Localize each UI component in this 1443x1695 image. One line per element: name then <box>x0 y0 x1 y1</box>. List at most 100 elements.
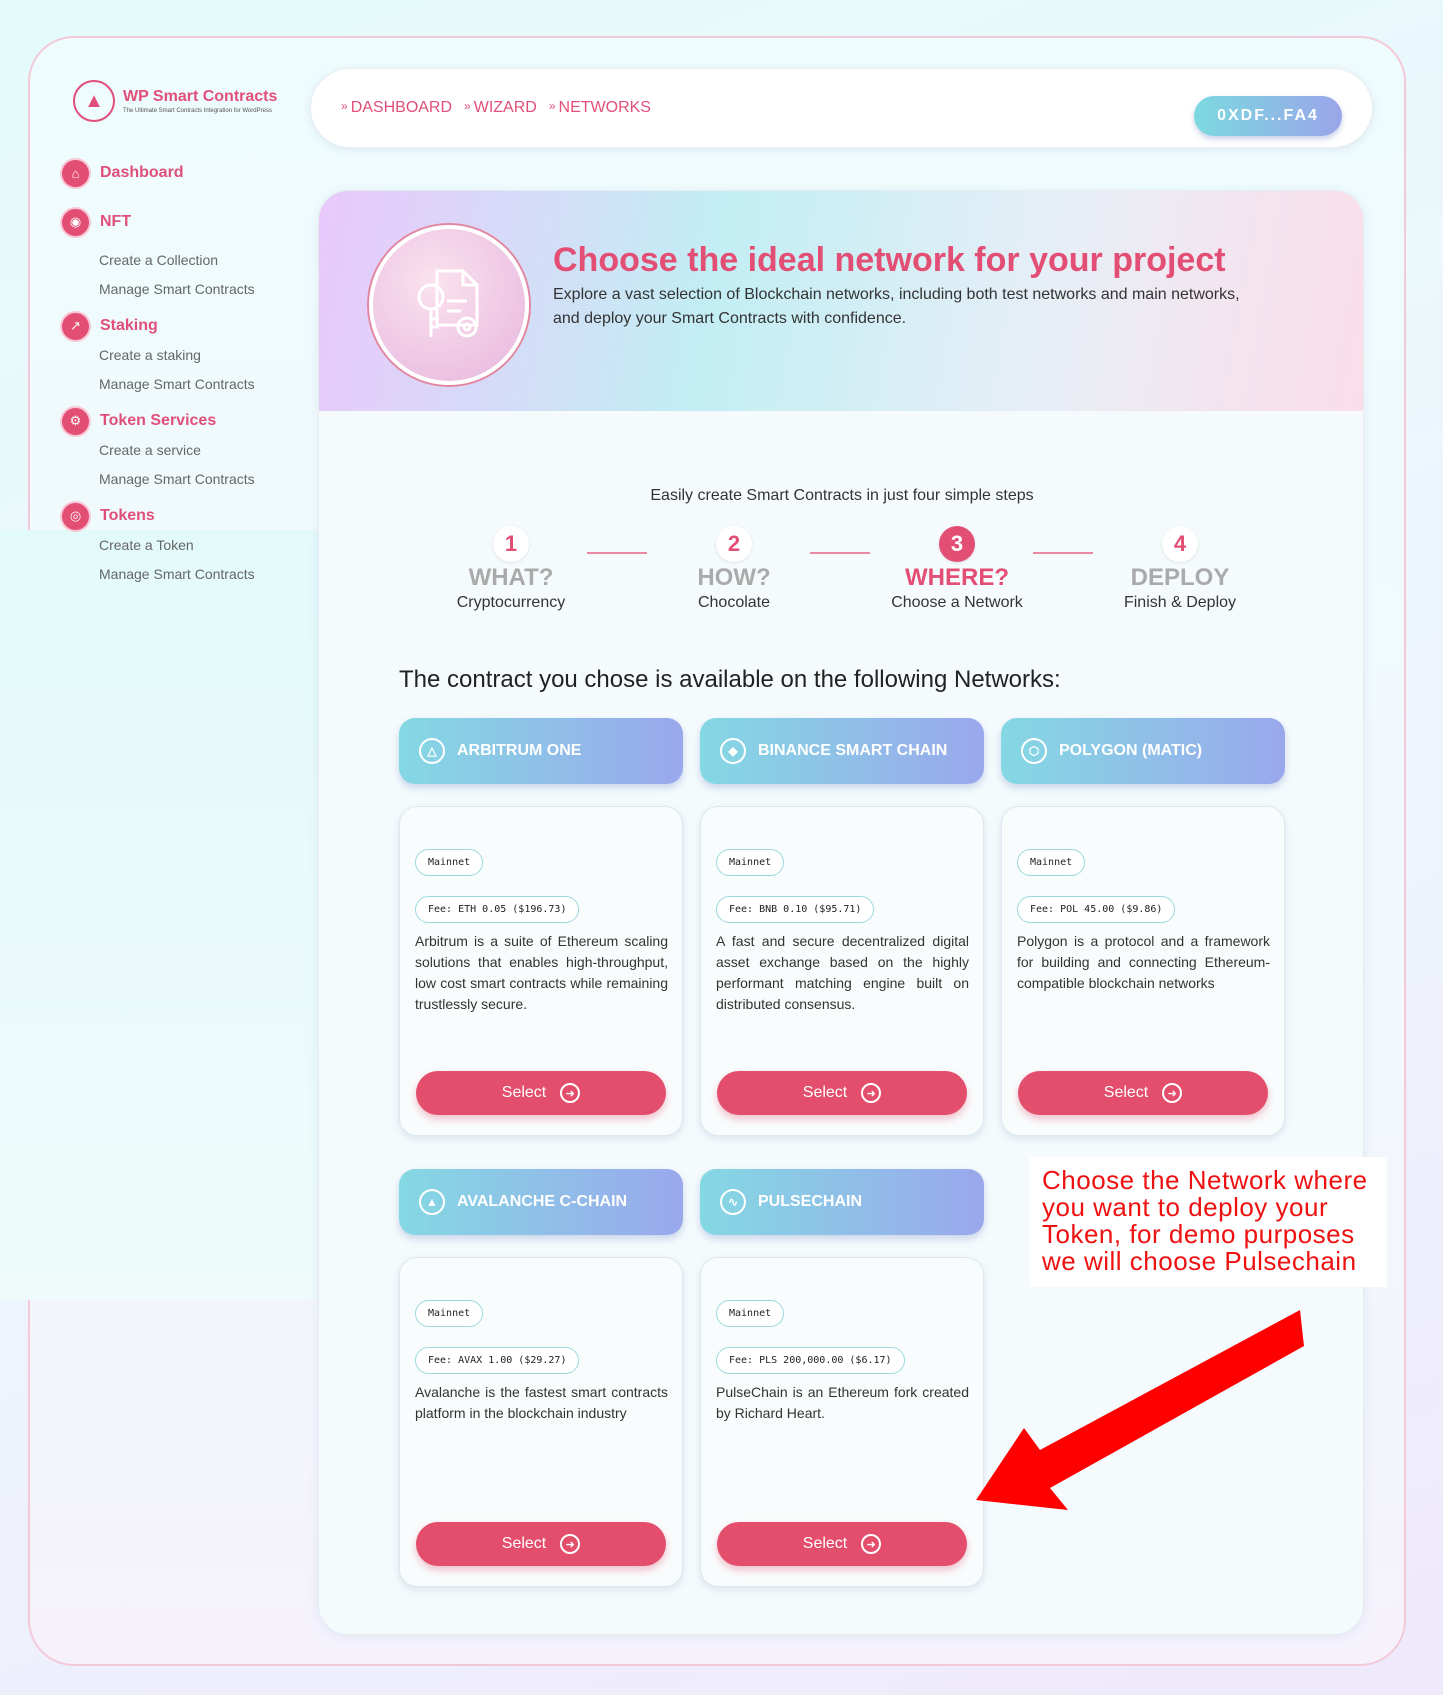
network-fee-badge: Fee: AVAX 1.00 ($29.27) <box>415 1347 580 1374</box>
breadcrumb: » DASHBOARD » WIZARD » NETWORKS <box>341 99 663 117</box>
network-name: PULSECHAIN <box>758 1193 863 1210</box>
network-name: AVALANCHE C-CHAIN <box>457 1193 628 1210</box>
arrow-right-icon: ➜ <box>1162 1083 1183 1103</box>
steps-intro: Easily create Smart Contracts in just fo… <box>650 487 1034 504</box>
logo[interactable]: ▲ WP Smart Contracts The Ultimate Smart … <box>73 80 277 122</box>
step-subtitle: Choose a Network <box>891 594 1023 611</box>
sidebar-item-label: Dashboard <box>100 164 184 181</box>
network-type-badge: Mainnet <box>716 1300 785 1327</box>
logo-mark-icon: ▲ <box>73 80 115 122</box>
sidebar-item-label: Tokens <box>100 507 155 524</box>
select-arbitrum-button[interactable]: Select ➜ <box>416 1071 666 1115</box>
contract-document-icon <box>369 225 529 385</box>
select-binance-button[interactable]: Select ➜ <box>717 1071 967 1115</box>
step-title: HOW? <box>697 564 771 591</box>
step-title: WHERE? <box>905 564 1009 591</box>
available-networks-heading: The contract you chose is available on t… <box>399 666 1061 693</box>
arrow-right-icon: ➜ <box>861 1534 882 1554</box>
nft-icon: ◉ <box>62 208 89 236</box>
chevron-right-icon: » <box>341 99 348 113</box>
network-type-badge: Mainnet <box>1017 849 1086 876</box>
select-pulsechain-button[interactable]: Select ➜ <box>717 1522 967 1566</box>
sidebar-nav: ⌂ Dashboard ◉ NFT Create a Collection Ma… <box>62 158 302 589</box>
network-description: Polygon is a protocol and a framework fo… <box>1017 933 1270 991</box>
polygon-icon: ⬡ <box>1021 738 1047 764</box>
sidebar-item-label: Token Services <box>100 412 217 429</box>
select-avalanche-button[interactable]: Select ➜ <box>416 1522 666 1566</box>
sidebar-subitem-create-token[interactable]: Create a Token <box>62 531 302 560</box>
sidebar-subitem-manage-services[interactable]: Manage Smart Contracts <box>62 465 302 494</box>
select-polygon-button[interactable]: Select ➜ <box>1018 1071 1268 1115</box>
page-title: Choose the ideal network for your projec… <box>553 241 1226 279</box>
hero-banner: Choose the ideal network for your projec… <box>319 191 1363 411</box>
sidebar-subitem-create-service[interactable]: Create a service <box>62 436 302 465</box>
sidebar-item-staking[interactable]: ↗ Staking <box>62 311 302 341</box>
sidebar-item-label: NFT <box>100 213 132 230</box>
network-fee-badge: Fee: PLS 200,000.00 ($6.17) <box>716 1347 905 1374</box>
step-number: 2 <box>716 526 752 562</box>
select-label: Select <box>501 1084 547 1101</box>
breadcrumb-networks[interactable]: NETWORKS <box>559 99 651 117</box>
step-number: 4 <box>1162 526 1198 562</box>
breadcrumb-wizard[interactable]: WIZARD <box>474 99 537 117</box>
sidebar-subitem-manage-nft[interactable]: Manage Smart Contracts <box>62 275 302 304</box>
pulse-icon: ∿ <box>720 1189 746 1215</box>
network-header-arbitrum[interactable]: △ ARBITRUM ONE <box>399 718 683 784</box>
chevron-right-icon: » <box>464 99 471 113</box>
network-description: Arbitrum is a suite of Ethereum scaling … <box>415 933 668 1012</box>
page-description: Explore a vast selection of Blockchain n… <box>553 286 1240 327</box>
coin-icon: ◎ <box>62 502 89 530</box>
network-description: PulseChain is an Ethereum fork created b… <box>716 1384 969 1421</box>
select-label: Select <box>802 1535 848 1552</box>
network-fee-badge: Fee: ETH 0.05 ($196.73) <box>415 896 580 923</box>
logo-subtitle: The Ultimate Smart Contracts Integration… <box>123 108 272 114</box>
network-type-badge: Mainnet <box>415 849 484 876</box>
network-name: ARBITRUM ONE <box>457 742 582 759</box>
network-header-binance[interactable]: ◆ BINANCE SMART CHAIN <box>700 718 984 784</box>
network-fee-badge: Fee: POL 45.00 ($9.86) <box>1017 896 1176 923</box>
step-number: 1 <box>493 526 529 562</box>
network-type-badge: Mainnet <box>716 849 785 876</box>
sidebar-subitem-create-collection[interactable]: Create a Collection <box>62 246 302 275</box>
home-icon: ⌂ <box>62 159 89 187</box>
network-header-polygon[interactable]: ⬡ POLYGON (MATIC) <box>1001 718 1285 784</box>
wallet-address-button[interactable]: 0XDF...FA4 <box>1194 96 1342 136</box>
breadcrumb-dashboard[interactable]: DASHBOARD <box>351 99 452 117</box>
network-description: Avalanche is the fastest smart contracts… <box>415 1384 668 1421</box>
sidebar-item-token-services[interactable]: ⚙ Token Services <box>62 406 302 436</box>
sidebar-item-tokens[interactable]: ◎ Tokens <box>62 501 302 531</box>
network-name: BINANCE SMART CHAIN <box>758 742 948 759</box>
step-number: 3 <box>939 526 975 562</box>
sidebar-subitem-manage-staking[interactable]: Manage Smart Contracts <box>62 370 302 399</box>
select-label: Select <box>501 1535 547 1552</box>
top-bar: » DASHBOARD » WIZARD » NETWORKS 0XDF...F… <box>310 68 1373 148</box>
network-card-arbitrum: Mainnet Fee: ETH 0.05 ($196.73) Arbitrum… <box>399 806 683 1136</box>
annotation-arrow-icon <box>976 1310 1304 1510</box>
step-subtitle: Chocolate <box>697 594 771 611</box>
step-title: DEPLOY <box>1130 564 1230 591</box>
network-header-avalanche[interactable]: ▲ AVALANCHE C-CHAIN <box>399 1169 683 1235</box>
select-label: Select <box>1103 1084 1149 1101</box>
arbitrum-icon: △ <box>419 738 445 764</box>
step-deploy: 4 DEPLOY Finish & Deploy <box>1080 526 1280 612</box>
step-title: WHAT? <box>468 564 554 591</box>
network-description: A fast and secure decentralized digital … <box>716 933 969 1012</box>
sidebar-subitem-create-staking[interactable]: Create a staking <box>62 341 302 370</box>
network-fee-badge: Fee: BNB 0.10 ($95.71) <box>716 896 875 923</box>
chevron-right-icon: » <box>548 99 556 113</box>
step-subtitle: Cryptocurrency <box>456 594 566 611</box>
step-subtitle: Finish & Deploy <box>1123 594 1237 611</box>
sidebar-item-dashboard[interactable]: ⌂ Dashboard <box>62 158 302 188</box>
network-card-binance: Mainnet Fee: BNB 0.10 ($95.71) A fast an… <box>700 806 984 1136</box>
network-card-polygon: Mainnet Fee: POL 45.00 ($9.86) Polygon i… <box>1001 806 1285 1136</box>
arrow-right-icon: ➜ <box>861 1083 882 1103</box>
select-label: Select <box>802 1084 848 1101</box>
arrow-right-icon: ➜ <box>560 1534 581 1554</box>
sidebar-item-nft[interactable]: ◉ NFT <box>62 207 302 237</box>
chart-icon: ↗ <box>62 312 89 340</box>
network-card-avalanche: Mainnet Fee: AVAX 1.00 ($29.27) Avalanch… <box>399 1257 683 1587</box>
sidebar-subitem-manage-tokens[interactable]: Manage Smart Contracts <box>62 560 302 589</box>
network-header-pulsechain[interactable]: ∿ PULSECHAIN <box>700 1169 984 1235</box>
avalanche-icon: ▲ <box>419 1189 445 1215</box>
step-how: 2 HOW? Chocolate <box>634 526 834 612</box>
